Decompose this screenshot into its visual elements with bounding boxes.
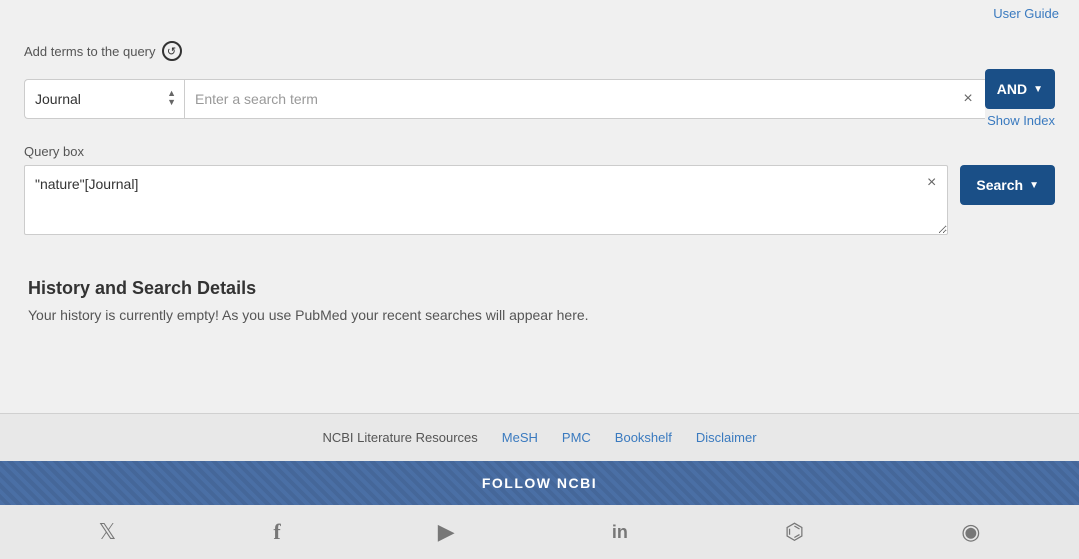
cursor-icon: ↺ (162, 41, 182, 61)
top-bar: User Guide (0, 0, 1079, 25)
footer-link-pmc[interactable]: PMC (562, 430, 591, 445)
footer-link-disclaimer[interactable]: Disclaimer (696, 430, 757, 445)
search-button[interactable]: Search ▼ (960, 165, 1055, 205)
query-textarea[interactable] (24, 165, 948, 235)
query-row: × Search ▼ (24, 165, 1055, 238)
follow-bar: FOLLOW NCBI (0, 461, 1079, 505)
and-button-label: AND (997, 81, 1027, 97)
twitter-icon[interactable]: 𝕏 (99, 519, 117, 545)
search-chevron-icon: ▼ (1029, 180, 1039, 191)
and-chevron-icon: ▼ (1033, 84, 1043, 95)
journal-select[interactable]: Journal Title Author Abstract MeSH Terms… (24, 79, 184, 119)
and-button-wrapper: AND ▼ Show Index (985, 69, 1055, 128)
show-index-link[interactable]: Show Index (985, 113, 1055, 128)
github-icon[interactable]: ⌬ (785, 519, 804, 545)
history-section: History and Search Details Your history … (24, 278, 1055, 323)
add-terms-label: Add terms to the query ↺ (24, 41, 1055, 61)
history-empty-text: Your history is currently empty! As you … (28, 307, 1051, 323)
search-input-wrapper: × (184, 79, 985, 119)
social-bar: 𝕏 f ▶ in ⌬ ◉ (0, 505, 1079, 559)
footer-link-ncbi[interactable]: NCBI Literature Resources (322, 430, 477, 445)
and-button[interactable]: AND ▼ (985, 69, 1055, 109)
linkedin-icon[interactable]: in (612, 522, 628, 543)
footer-link-mesh[interactable]: MeSH (502, 430, 538, 445)
user-guide-link[interactable]: User Guide (993, 6, 1059, 21)
search-row: Journal Title Author Abstract MeSH Terms… (24, 69, 1055, 128)
search-term-input[interactable] (184, 79, 985, 119)
clear-search-input-button[interactable]: × (959, 89, 976, 109)
clear-query-button[interactable]: × (923, 173, 940, 193)
search-button-wrapper: Search ▼ (960, 165, 1055, 205)
main-content: Add terms to the query ↺ Journal Title A… (0, 25, 1079, 353)
rss-icon[interactable]: ◉ (961, 519, 980, 545)
query-box-label: Query box (24, 144, 1055, 159)
footer-links: NCBI Literature Resources MeSH PMC Books… (0, 413, 1079, 461)
journal-select-wrapper: Journal Title Author Abstract MeSH Terms… (24, 79, 184, 119)
query-box-section: Query box × Search ▼ (24, 144, 1055, 238)
history-title: History and Search Details (28, 278, 1051, 299)
query-textarea-wrapper: × (24, 165, 948, 238)
facebook-icon[interactable]: f (273, 519, 280, 545)
footer-link-bookshelf[interactable]: Bookshelf (615, 430, 672, 445)
add-terms-text: Add terms to the query (24, 44, 156, 59)
youtube-icon[interactable]: ▶ (438, 519, 455, 545)
search-button-label: Search (976, 177, 1023, 193)
